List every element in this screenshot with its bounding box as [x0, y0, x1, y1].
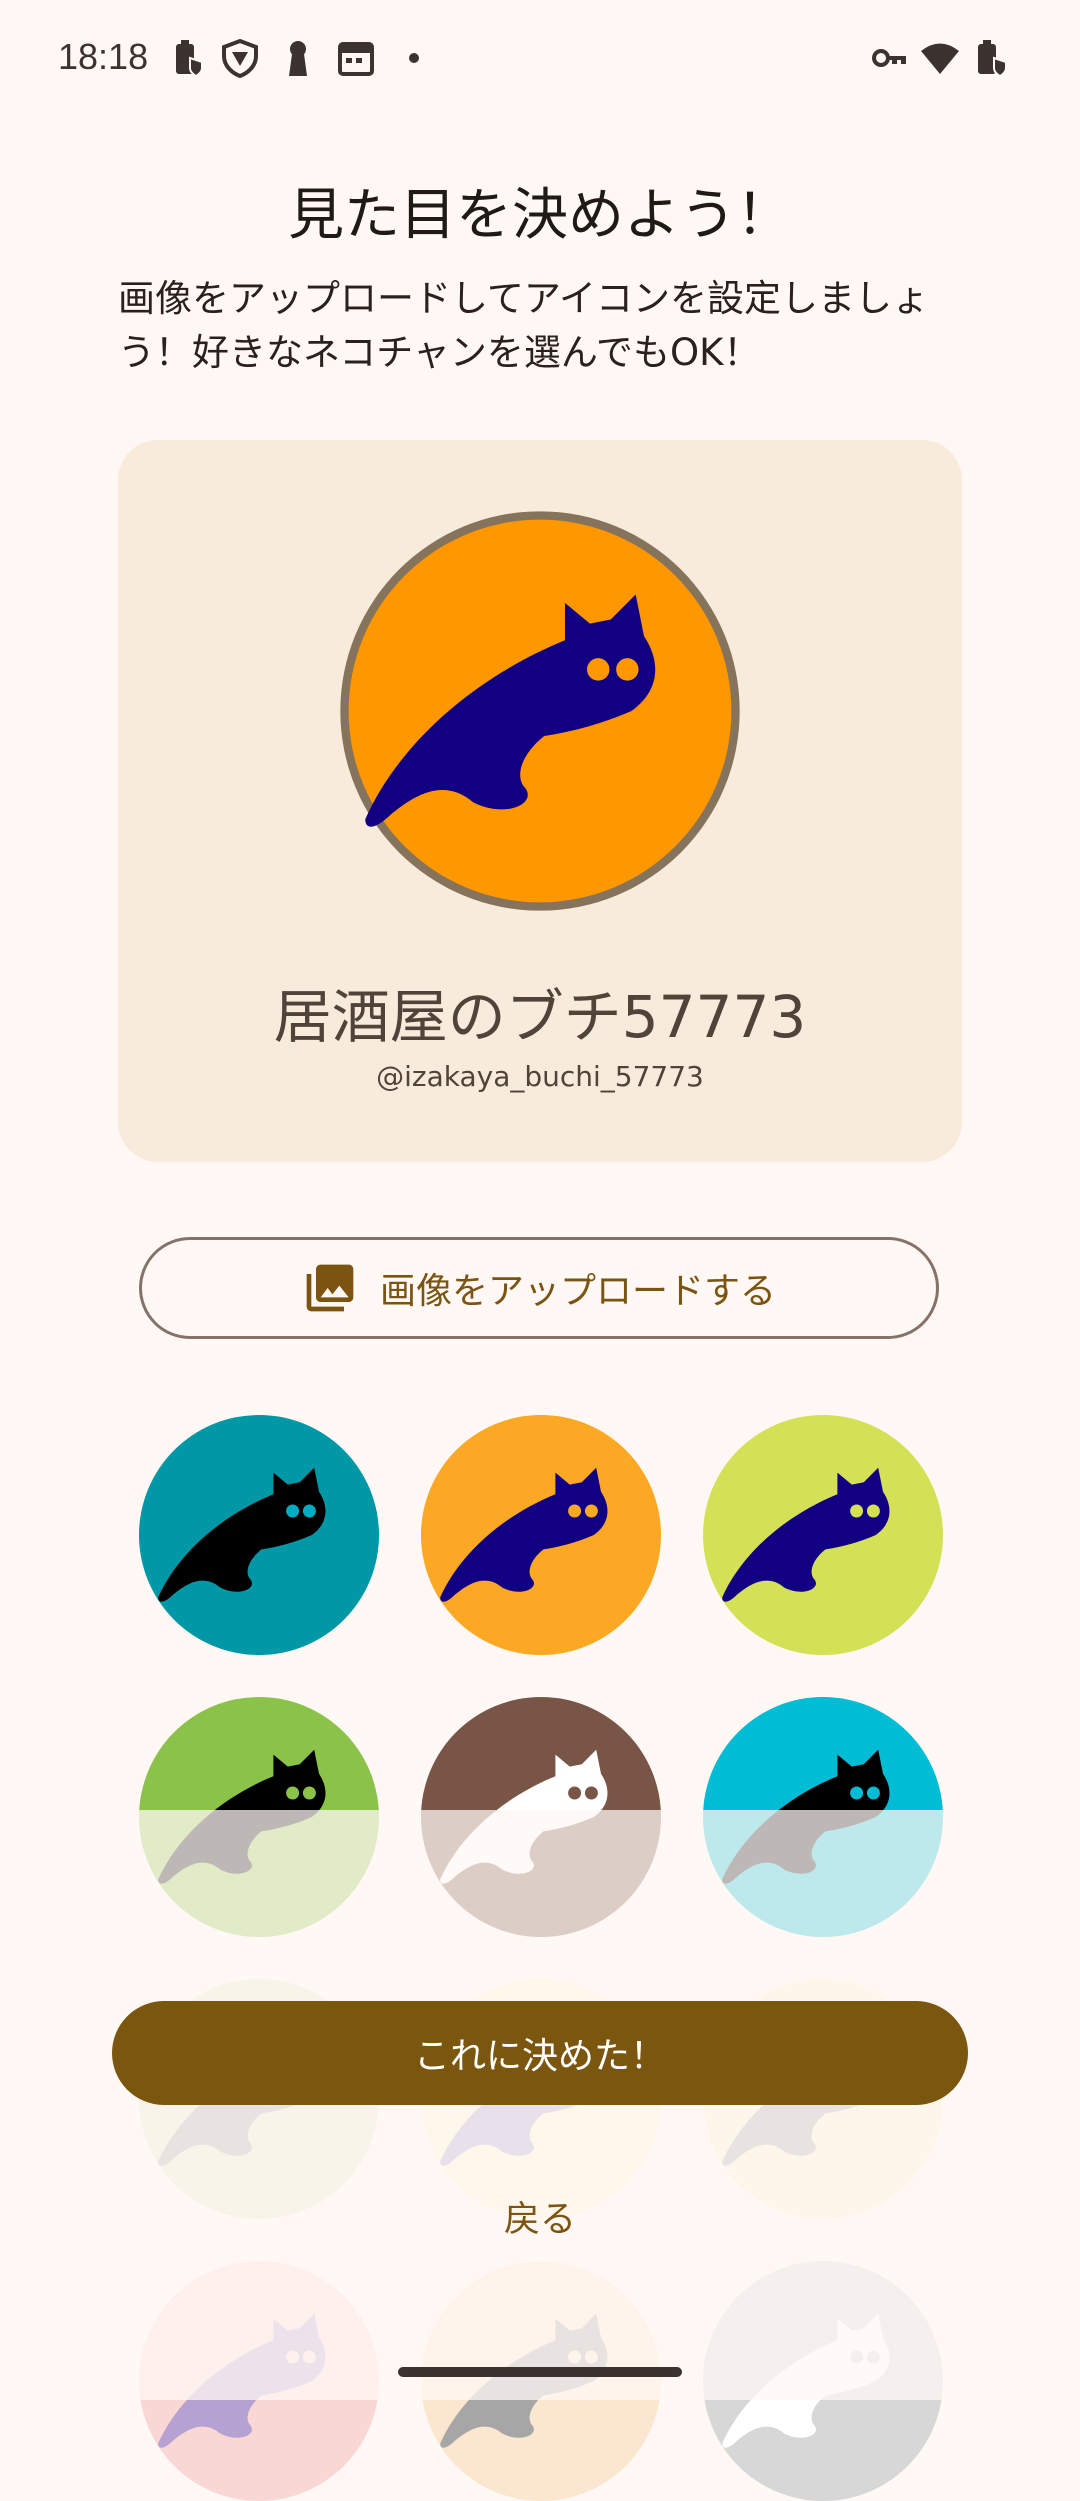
wifi-icon	[921, 43, 959, 74]
notification-dot-icon	[409, 53, 419, 63]
user-handle: @izakaya_buchi_57773	[376, 1060, 704, 1093]
page-description: 画像をアップロードしてアイコンを設定しましょう！好きなネコチャンを選んでもOK！	[118, 277, 930, 374]
page-title: 見た目を決めよう！	[288, 183, 792, 248]
avatar-option-2[interactable]	[421, 1415, 661, 1655]
status-time: 18:18	[58, 36, 149, 77]
status-bar: 18:18	[0, 0, 1080, 120]
scroll-fade-overlay	[0, 1810, 1080, 2400]
upload-button-label: 画像をアップロードする	[379, 1271, 776, 1312]
confirm-button[interactable]: これに決めた！	[112, 2001, 968, 2105]
display-name: 居酒屋のブチ57773	[273, 983, 807, 1051]
battery-charging-icon	[978, 40, 1007, 78]
calendar-icon	[338, 42, 374, 76]
home-indicator[interactable]	[398, 2367, 682, 2377]
vpn-shield-icon	[222, 38, 258, 78]
vpn-key-icon	[872, 49, 906, 67]
upload-image-button[interactable]: 画像をアップロードする	[139, 1237, 939, 1339]
avatar-option-3[interactable]	[703, 1415, 943, 1655]
back-button[interactable]: 戻る	[440, 2190, 640, 2242]
avatar-option-1[interactable]	[139, 1415, 379, 1655]
battery-saver-icon	[176, 40, 203, 78]
keyhole-icon	[289, 41, 307, 76]
confirm-button-label: これに決めた！	[413, 2036, 666, 2077]
photo-library-icon	[306, 1264, 354, 1312]
selected-avatar	[340, 511, 740, 911]
